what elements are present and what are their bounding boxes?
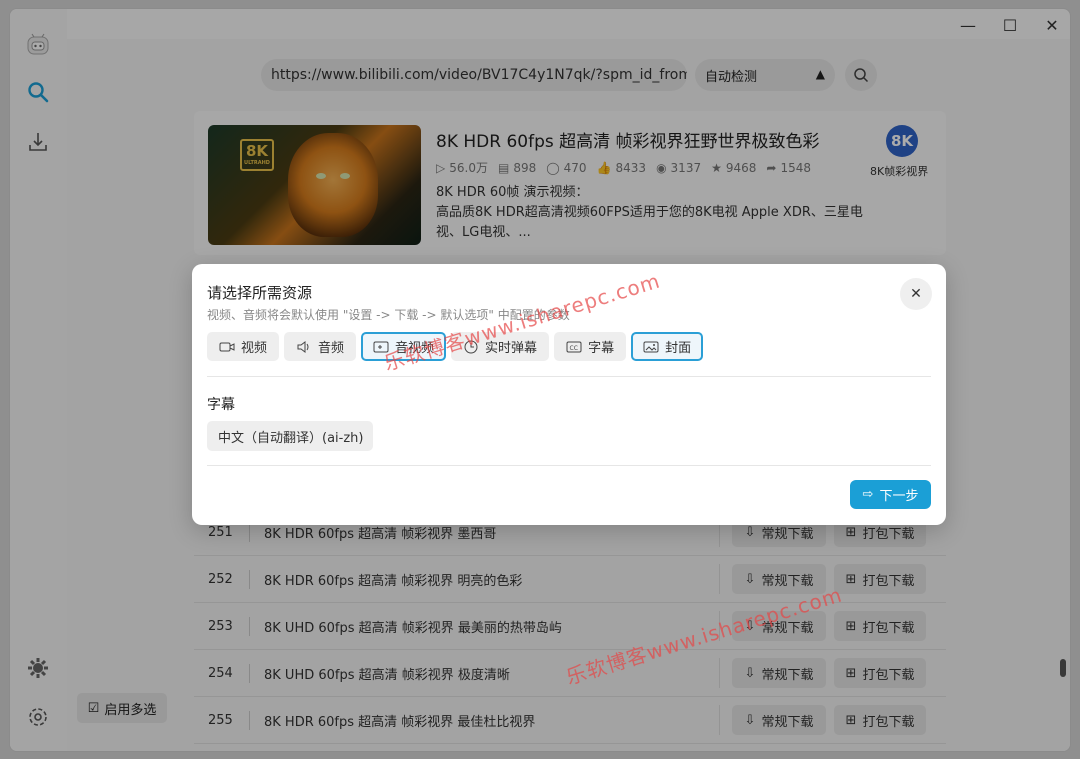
subtitle-language-chip[interactable]: 中文（自动翻译）(ai-zh) — [207, 421, 373, 451]
option-cover[interactable]: 封面 — [631, 332, 704, 361]
option-audio[interactable]: 音频 — [284, 332, 357, 361]
subtitle-section-title: 字幕 — [207, 397, 235, 413]
camera-icon — [219, 342, 235, 351]
svg-text:CC: CC — [570, 345, 578, 352]
arrow-right-icon: ⇨ — [862, 487, 874, 502]
option-subtitle[interactable]: CC 字幕 — [554, 332, 627, 361]
divider — [207, 465, 931, 466]
divider — [207, 376, 931, 377]
cc-icon: CC — [566, 341, 582, 352]
option-video[interactable]: 视频 — [207, 332, 280, 361]
close-icon: ✕ — [910, 286, 922, 302]
speaker-icon — [297, 340, 309, 353]
image-icon — [643, 341, 659, 352]
next-step-button[interactable]: ⇨ 下一步 — [850, 480, 931, 509]
dialog-close-button[interactable]: ✕ — [900, 278, 932, 310]
dialog-title: 请选择所需资源 — [207, 284, 313, 302]
